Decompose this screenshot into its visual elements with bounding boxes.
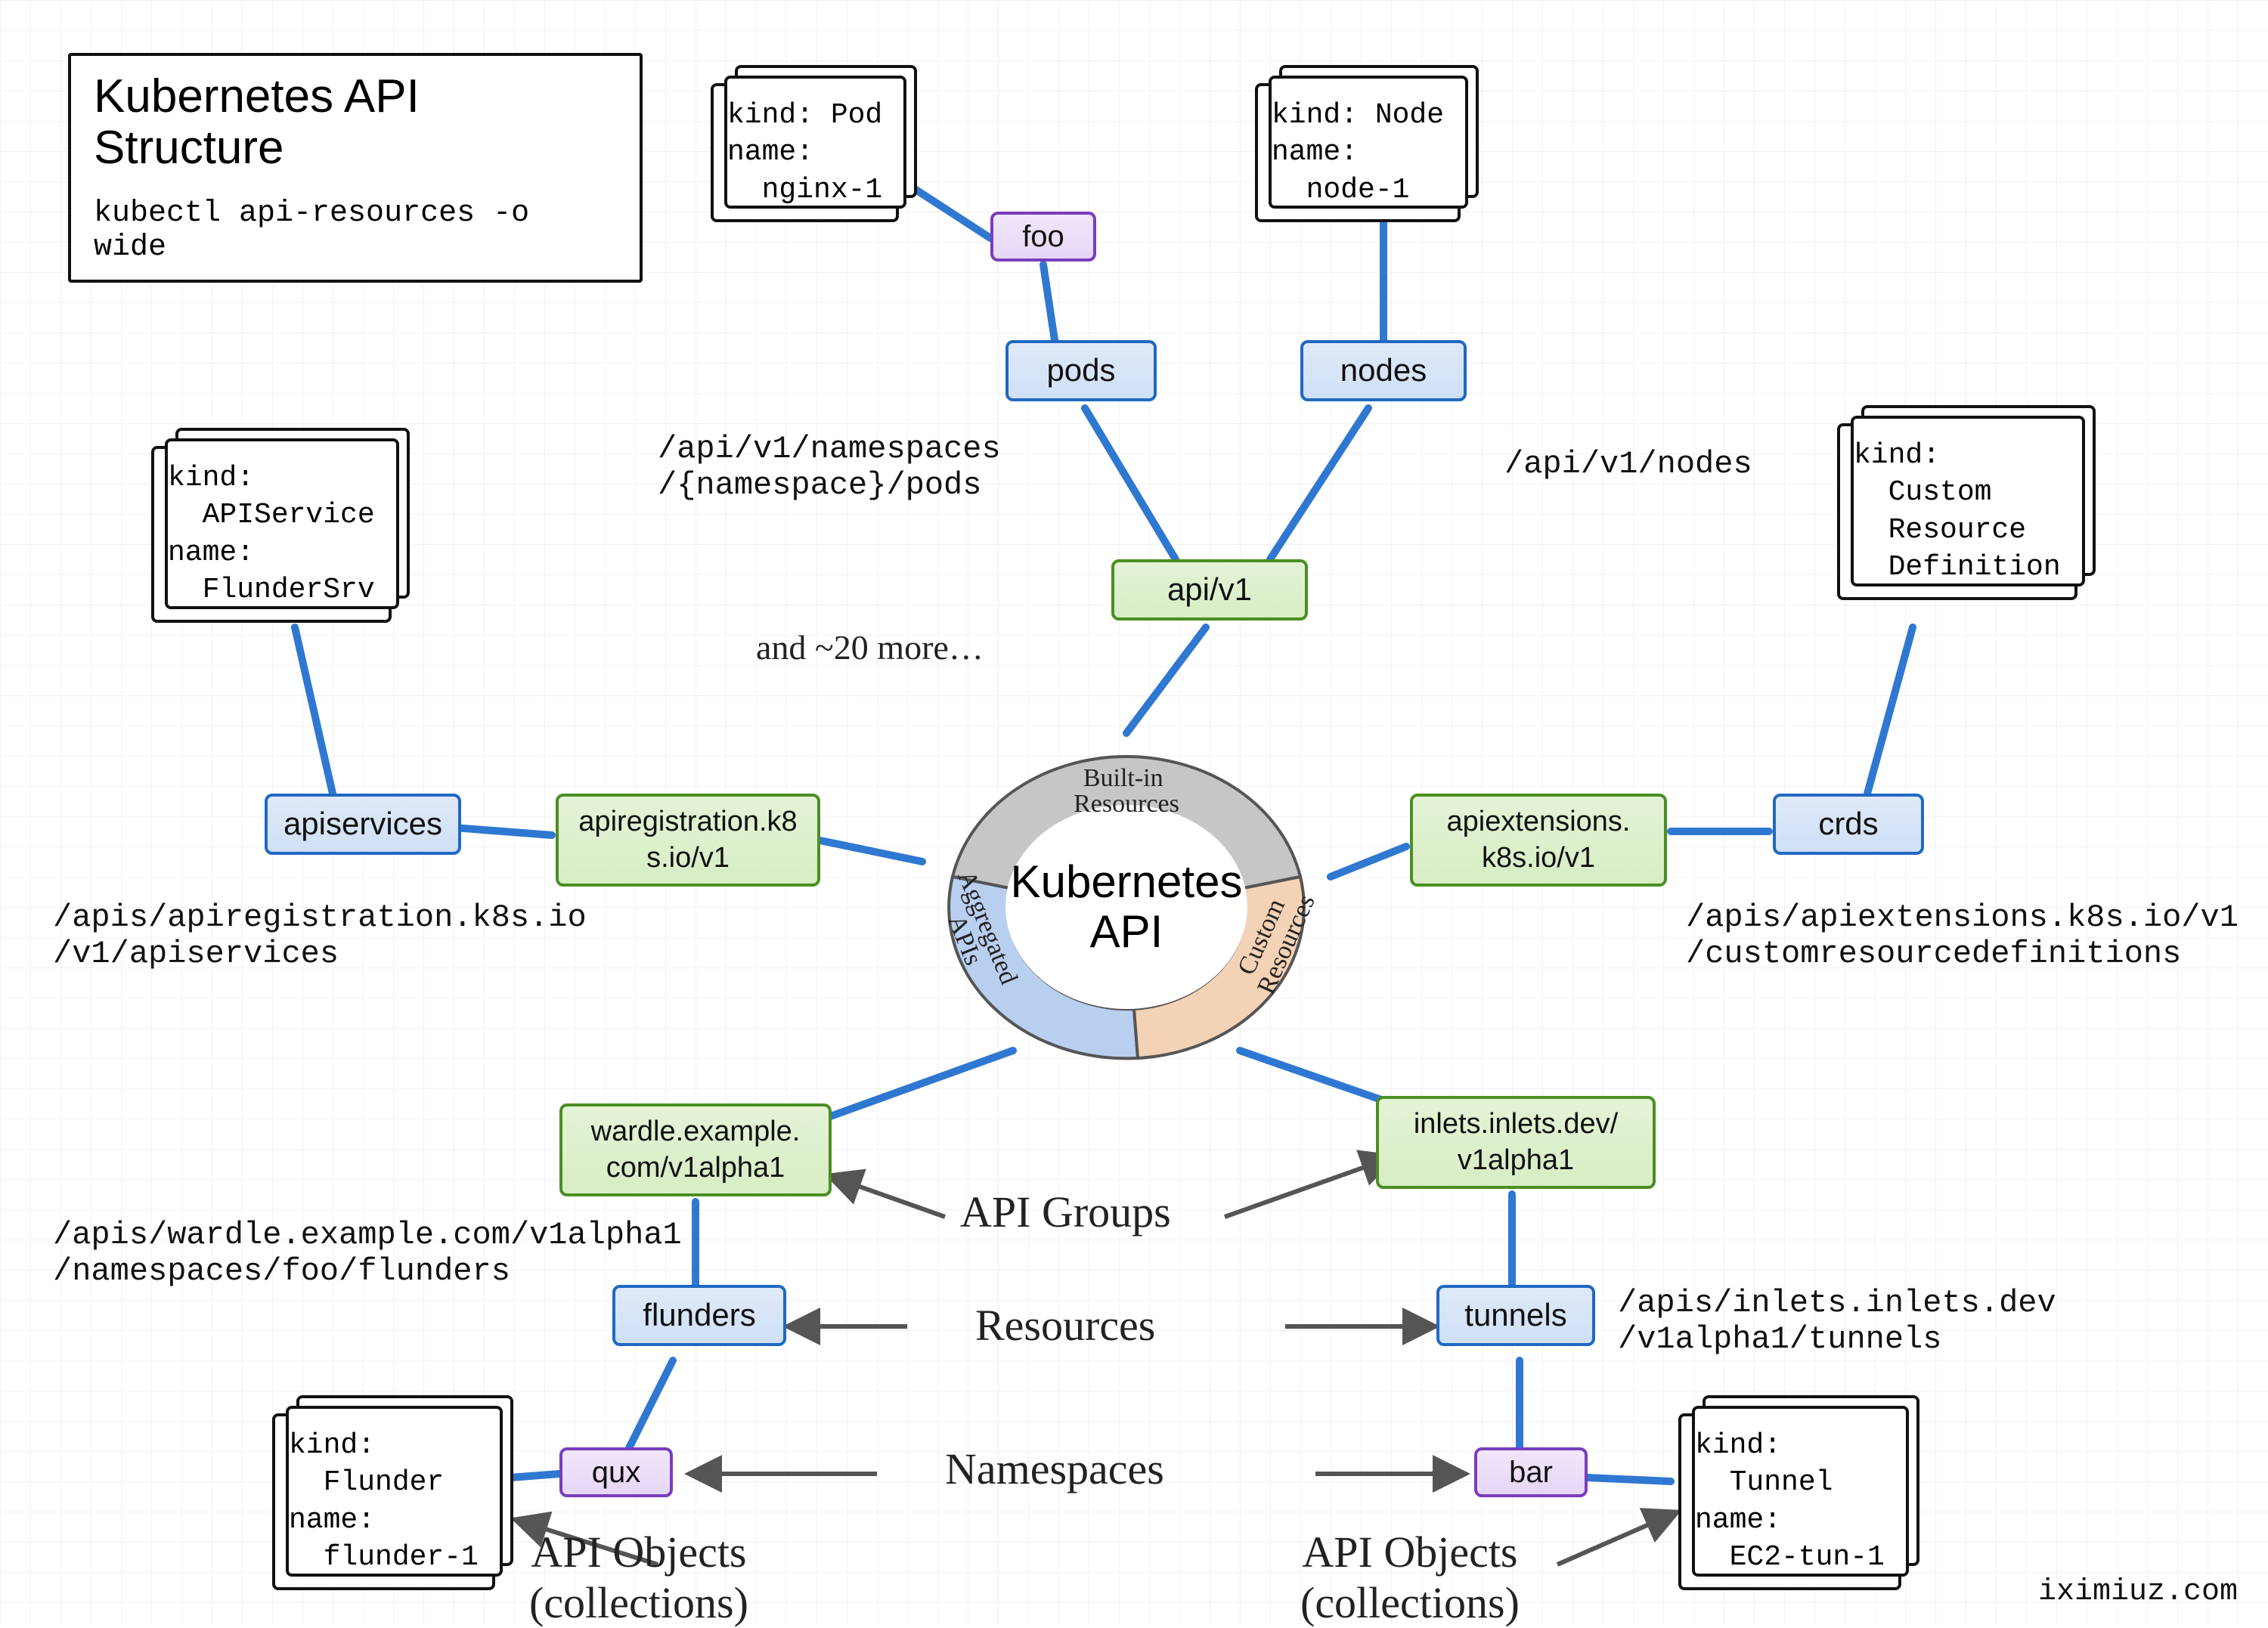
resource-nodes: nodes [1300, 340, 1467, 401]
namespace-qux: qux [559, 1447, 673, 1497]
object-apiservice: kind: APIService name: FlunderSrv [151, 446, 392, 623]
resource-flunders: flunders [612, 1285, 786, 1346]
annot-api-objects-l: API Objects (collections) [529, 1527, 748, 1628]
resource-pods: pods [1005, 340, 1157, 401]
page-title: Kubernetes API Structure [94, 71, 617, 174]
namespace-foo: foo [990, 212, 1096, 262]
annot-namespaces: Namespaces [945, 1444, 1164, 1494]
resource-crds: crds [1773, 794, 1924, 855]
object-tunnel: kind: Tunnel name: EC2-tun-1 [1678, 1413, 1901, 1590]
attribution: iximiuz.com [2038, 1575, 2238, 1609]
path-inlets: /apis/inlets.inlets.dev /v1alpha1/tunnel… [1618, 1285, 2056, 1357]
group-apiextensions: apiextensions. k8s.io/v1 [1410, 794, 1667, 887]
path-nodes: /api/v1/nodes [1504, 446, 1752, 482]
path-apiservices: /apis/apiregistration.k8s.io /v1/apiserv… [53, 899, 587, 972]
group-inlets: inlets.inlets.dev/ v1alpha1 [1376, 1096, 1656, 1189]
annot-resources: Resources [975, 1300, 1155, 1351]
group-apiregistration: apiregistration.k8 s.io/v1 [556, 794, 820, 887]
annot-api-objects-r: API Objects (collections) [1300, 1527, 1520, 1628]
annot-api-groups: API Groups [960, 1187, 1171, 1237]
more-groups: and ~20 more… [756, 627, 984, 667]
path-pods: /api/v1/namespaces /{namespace}/pods [658, 431, 1001, 503]
object-node: kind: Node name: node-1 [1255, 83, 1461, 222]
resource-apiservices: apiservices [265, 794, 461, 855]
object-pod: kind: Pod name: nginx-1 [711, 83, 899, 222]
resource-tunnels: tunnels [1436, 1285, 1595, 1346]
kubectl-command: kubectl api-resources -o wide [94, 197, 617, 265]
path-crds: /apis/apiextensions.k8s.io/v1 /customres… [1686, 899, 2239, 972]
object-crd: kind: Custom Resource Definition [1837, 423, 2077, 600]
namespace-bar: bar [1474, 1447, 1588, 1497]
object-flunder: kind: Flunder name: flunder-1 [272, 1413, 495, 1590]
group-wardle: wardle.example. com/v1alpha1 [559, 1103, 832, 1196]
group-core: api/v1 [1111, 559, 1308, 621]
path-wardle: /apis/wardle.example.com/v1alpha1 /names… [53, 1217, 682, 1289]
title-card: Kubernetes API Structure kubectl api-res… [68, 53, 643, 283]
